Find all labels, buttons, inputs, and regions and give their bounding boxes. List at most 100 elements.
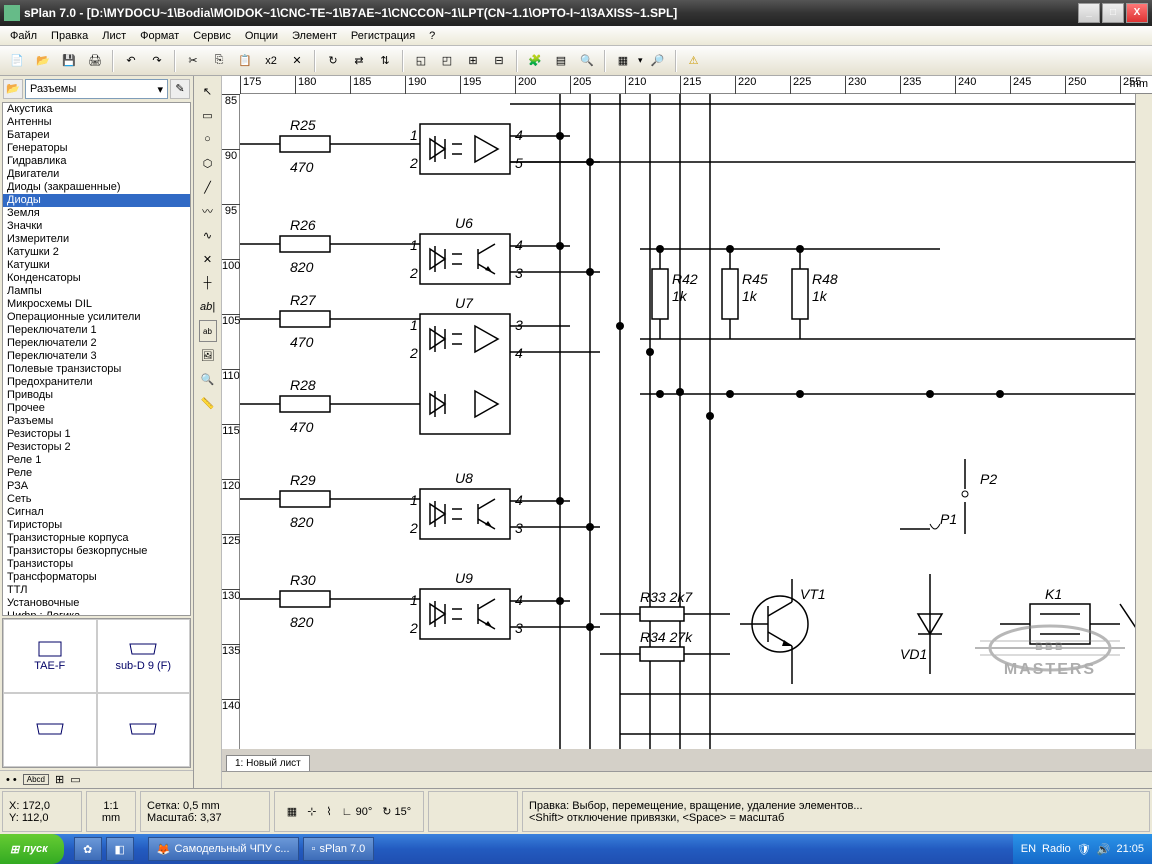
undo-icon[interactable]: ↶ bbox=[120, 50, 142, 72]
front-icon[interactable]: ◱ bbox=[410, 50, 432, 72]
close-button[interactable]: X bbox=[1126, 3, 1148, 23]
grid-icon[interactable]: ▦ bbox=[612, 50, 634, 72]
junction-tool-icon[interactable]: ┼ bbox=[197, 272, 219, 294]
library-item[interactable]: Антенны bbox=[3, 116, 190, 129]
rotate-icon[interactable]: ↻ bbox=[322, 50, 344, 72]
tray-clock[interactable]: 21:05 bbox=[1116, 843, 1144, 855]
task-browser[interactable]: 🦊 Самодельный ЧПУ с... bbox=[148, 837, 299, 861]
schematic-canvas[interactable]: R25470R26820R27470R28470R29820R308201245… bbox=[240, 94, 1135, 749]
menu-options[interactable]: Опции bbox=[239, 28, 284, 44]
library-item[interactable]: Акустика bbox=[3, 103, 190, 116]
new-icon[interactable]: 📄 bbox=[6, 50, 28, 72]
library-item[interactable]: Операционные усилители bbox=[3, 311, 190, 324]
library-item[interactable]: Сеть bbox=[3, 493, 190, 506]
minimize-button[interactable]: _ bbox=[1078, 3, 1100, 23]
library-item[interactable]: Микросхемы DIL bbox=[3, 298, 190, 311]
library-item[interactable]: Тиристоры bbox=[3, 519, 190, 532]
library-item[interactable]: Батареи bbox=[3, 129, 190, 142]
library-item[interactable]: ТТЛ bbox=[3, 584, 190, 597]
lib-open-icon[interactable]: 📂 bbox=[3, 79, 23, 99]
rubber-toggle-icon[interactable]: ⌇ bbox=[326, 805, 331, 818]
text-tool-icon[interactable]: ab| bbox=[197, 296, 219, 318]
pointer-tool-icon[interactable]: ↖ bbox=[197, 80, 219, 102]
back-icon[interactable]: ◰ bbox=[436, 50, 458, 72]
library-dropdown[interactable]: Разъемы ▾ bbox=[25, 79, 168, 99]
open-icon[interactable]: 📂 bbox=[32, 50, 54, 72]
curve-tool-icon[interactable]: 〰 bbox=[197, 200, 219, 222]
zoom-tool-icon[interactable]: 🔍 bbox=[197, 368, 219, 390]
library-item[interactable]: Разъемы bbox=[3, 415, 190, 428]
component-slot[interactable] bbox=[97, 693, 191, 767]
component-slot[interactable] bbox=[3, 693, 97, 767]
lib-edit-icon[interactable]: ✎ bbox=[170, 79, 190, 99]
cut-icon[interactable]: ✂ bbox=[182, 50, 204, 72]
menu-register[interactable]: Регистрация bbox=[345, 28, 421, 44]
rect-tool-icon[interactable]: ▭ bbox=[197, 104, 219, 126]
sheet-tab-1[interactable]: 1: Новый лист bbox=[226, 755, 310, 771]
library-item[interactable]: Катушки 2 bbox=[3, 246, 190, 259]
image-tool-icon[interactable]: 🖼 bbox=[197, 344, 219, 366]
library-item[interactable]: Диоды bbox=[3, 194, 190, 207]
library-item[interactable]: Сигнал bbox=[3, 506, 190, 519]
print-icon[interactable]: 🖨 bbox=[84, 50, 106, 72]
measure-tool-icon[interactable]: 📏 bbox=[197, 392, 219, 414]
library-item[interactable]: Земля bbox=[3, 207, 190, 220]
library-item[interactable]: Трансформаторы bbox=[3, 571, 190, 584]
library-item[interactable]: Лампы bbox=[3, 285, 190, 298]
library-item[interactable]: Переключатели 2 bbox=[3, 337, 190, 350]
library-item[interactable]: Диоды (закрашенные) bbox=[3, 181, 190, 194]
delete-icon[interactable]: ✕ bbox=[286, 50, 308, 72]
library-item[interactable]: Установочные bbox=[3, 597, 190, 610]
library-item[interactable]: РЗА bbox=[3, 480, 190, 493]
library-item[interactable]: Значки bbox=[3, 220, 190, 233]
component-icon[interactable]: 🧩 bbox=[524, 50, 546, 72]
menu-service[interactable]: Сервис bbox=[187, 28, 237, 44]
menu-edit[interactable]: Правка bbox=[45, 28, 94, 44]
grid-toggle-icon[interactable]: ▦ bbox=[287, 805, 297, 818]
library-item[interactable]: Измерители bbox=[3, 233, 190, 246]
horizontal-scrollbar[interactable] bbox=[222, 771, 1152, 788]
library-item[interactable]: Резисторы 2 bbox=[3, 441, 190, 454]
library-item[interactable]: Реле bbox=[3, 467, 190, 480]
quicklaunch-icon[interactable]: ◧ bbox=[106, 837, 134, 861]
library-list[interactable]: АкустикаАнтенныБатареиГенераторыГидравли… bbox=[2, 102, 191, 616]
line-tool-icon[interactable]: ╱ bbox=[197, 176, 219, 198]
library-item[interactable]: Гидравлика bbox=[3, 155, 190, 168]
circle-tool-icon[interactable]: ○ bbox=[197, 128, 219, 150]
tray-radio[interactable]: Radio bbox=[1042, 843, 1071, 855]
lib-tool-icon[interactable]: ▭ bbox=[70, 773, 80, 786]
start-button[interactable]: ⊞пуск bbox=[0, 834, 64, 864]
library-item[interactable]: Транзисторные корпуса bbox=[3, 532, 190, 545]
component-subd9[interactable]: sub-D 9 (F) bbox=[97, 619, 191, 693]
library-item[interactable]: Катушки bbox=[3, 259, 190, 272]
duplicate-icon[interactable]: x2 bbox=[260, 50, 282, 72]
library-item[interactable]: Двигатели bbox=[3, 168, 190, 181]
mirror-h-icon[interactable]: ⇄ bbox=[348, 50, 370, 72]
menu-help[interactable]: ? bbox=[423, 28, 441, 44]
library-item[interactable]: Цифр.: Логика bbox=[3, 610, 190, 616]
ungroup-icon[interactable]: ⊟ bbox=[488, 50, 510, 72]
library-item[interactable]: Приводы bbox=[3, 389, 190, 402]
menu-file[interactable]: Файл bbox=[4, 28, 43, 44]
list-icon[interactable]: ▤ bbox=[550, 50, 572, 72]
library-item[interactable]: Резисторы 1 bbox=[3, 428, 190, 441]
quicklaunch-icon[interactable]: ✿ bbox=[74, 837, 102, 861]
library-item[interactable]: Переключатели 1 bbox=[3, 324, 190, 337]
group-icon[interactable]: ⊞ bbox=[462, 50, 484, 72]
poly-tool-icon[interactable]: ⬡ bbox=[197, 152, 219, 174]
library-item[interactable]: Транзисторы безкорпусные bbox=[3, 545, 190, 558]
library-item[interactable]: Конденсаторы bbox=[3, 272, 190, 285]
task-splan[interactable]: ▫ sPlan 7.0 bbox=[303, 837, 375, 861]
find-icon[interactable]: 🔍 bbox=[576, 50, 598, 72]
menu-sheet[interactable]: Лист bbox=[96, 28, 132, 44]
redo-icon[interactable]: ↷ bbox=[146, 50, 168, 72]
bezier-tool-icon[interactable]: ∿ bbox=[197, 224, 219, 246]
node-tool-icon[interactable]: ✕ bbox=[197, 248, 219, 270]
maximize-button[interactable]: □ bbox=[1102, 3, 1124, 23]
library-item[interactable]: Транзисторы bbox=[3, 558, 190, 571]
copy-icon[interactable]: ⎘ bbox=[208, 50, 230, 72]
zoom-icon[interactable]: 🔎 bbox=[647, 50, 669, 72]
library-item[interactable]: Прочее bbox=[3, 402, 190, 415]
library-item[interactable]: Реле 1 bbox=[3, 454, 190, 467]
lib-tool-icon[interactable]: ⊞ bbox=[55, 773, 64, 786]
